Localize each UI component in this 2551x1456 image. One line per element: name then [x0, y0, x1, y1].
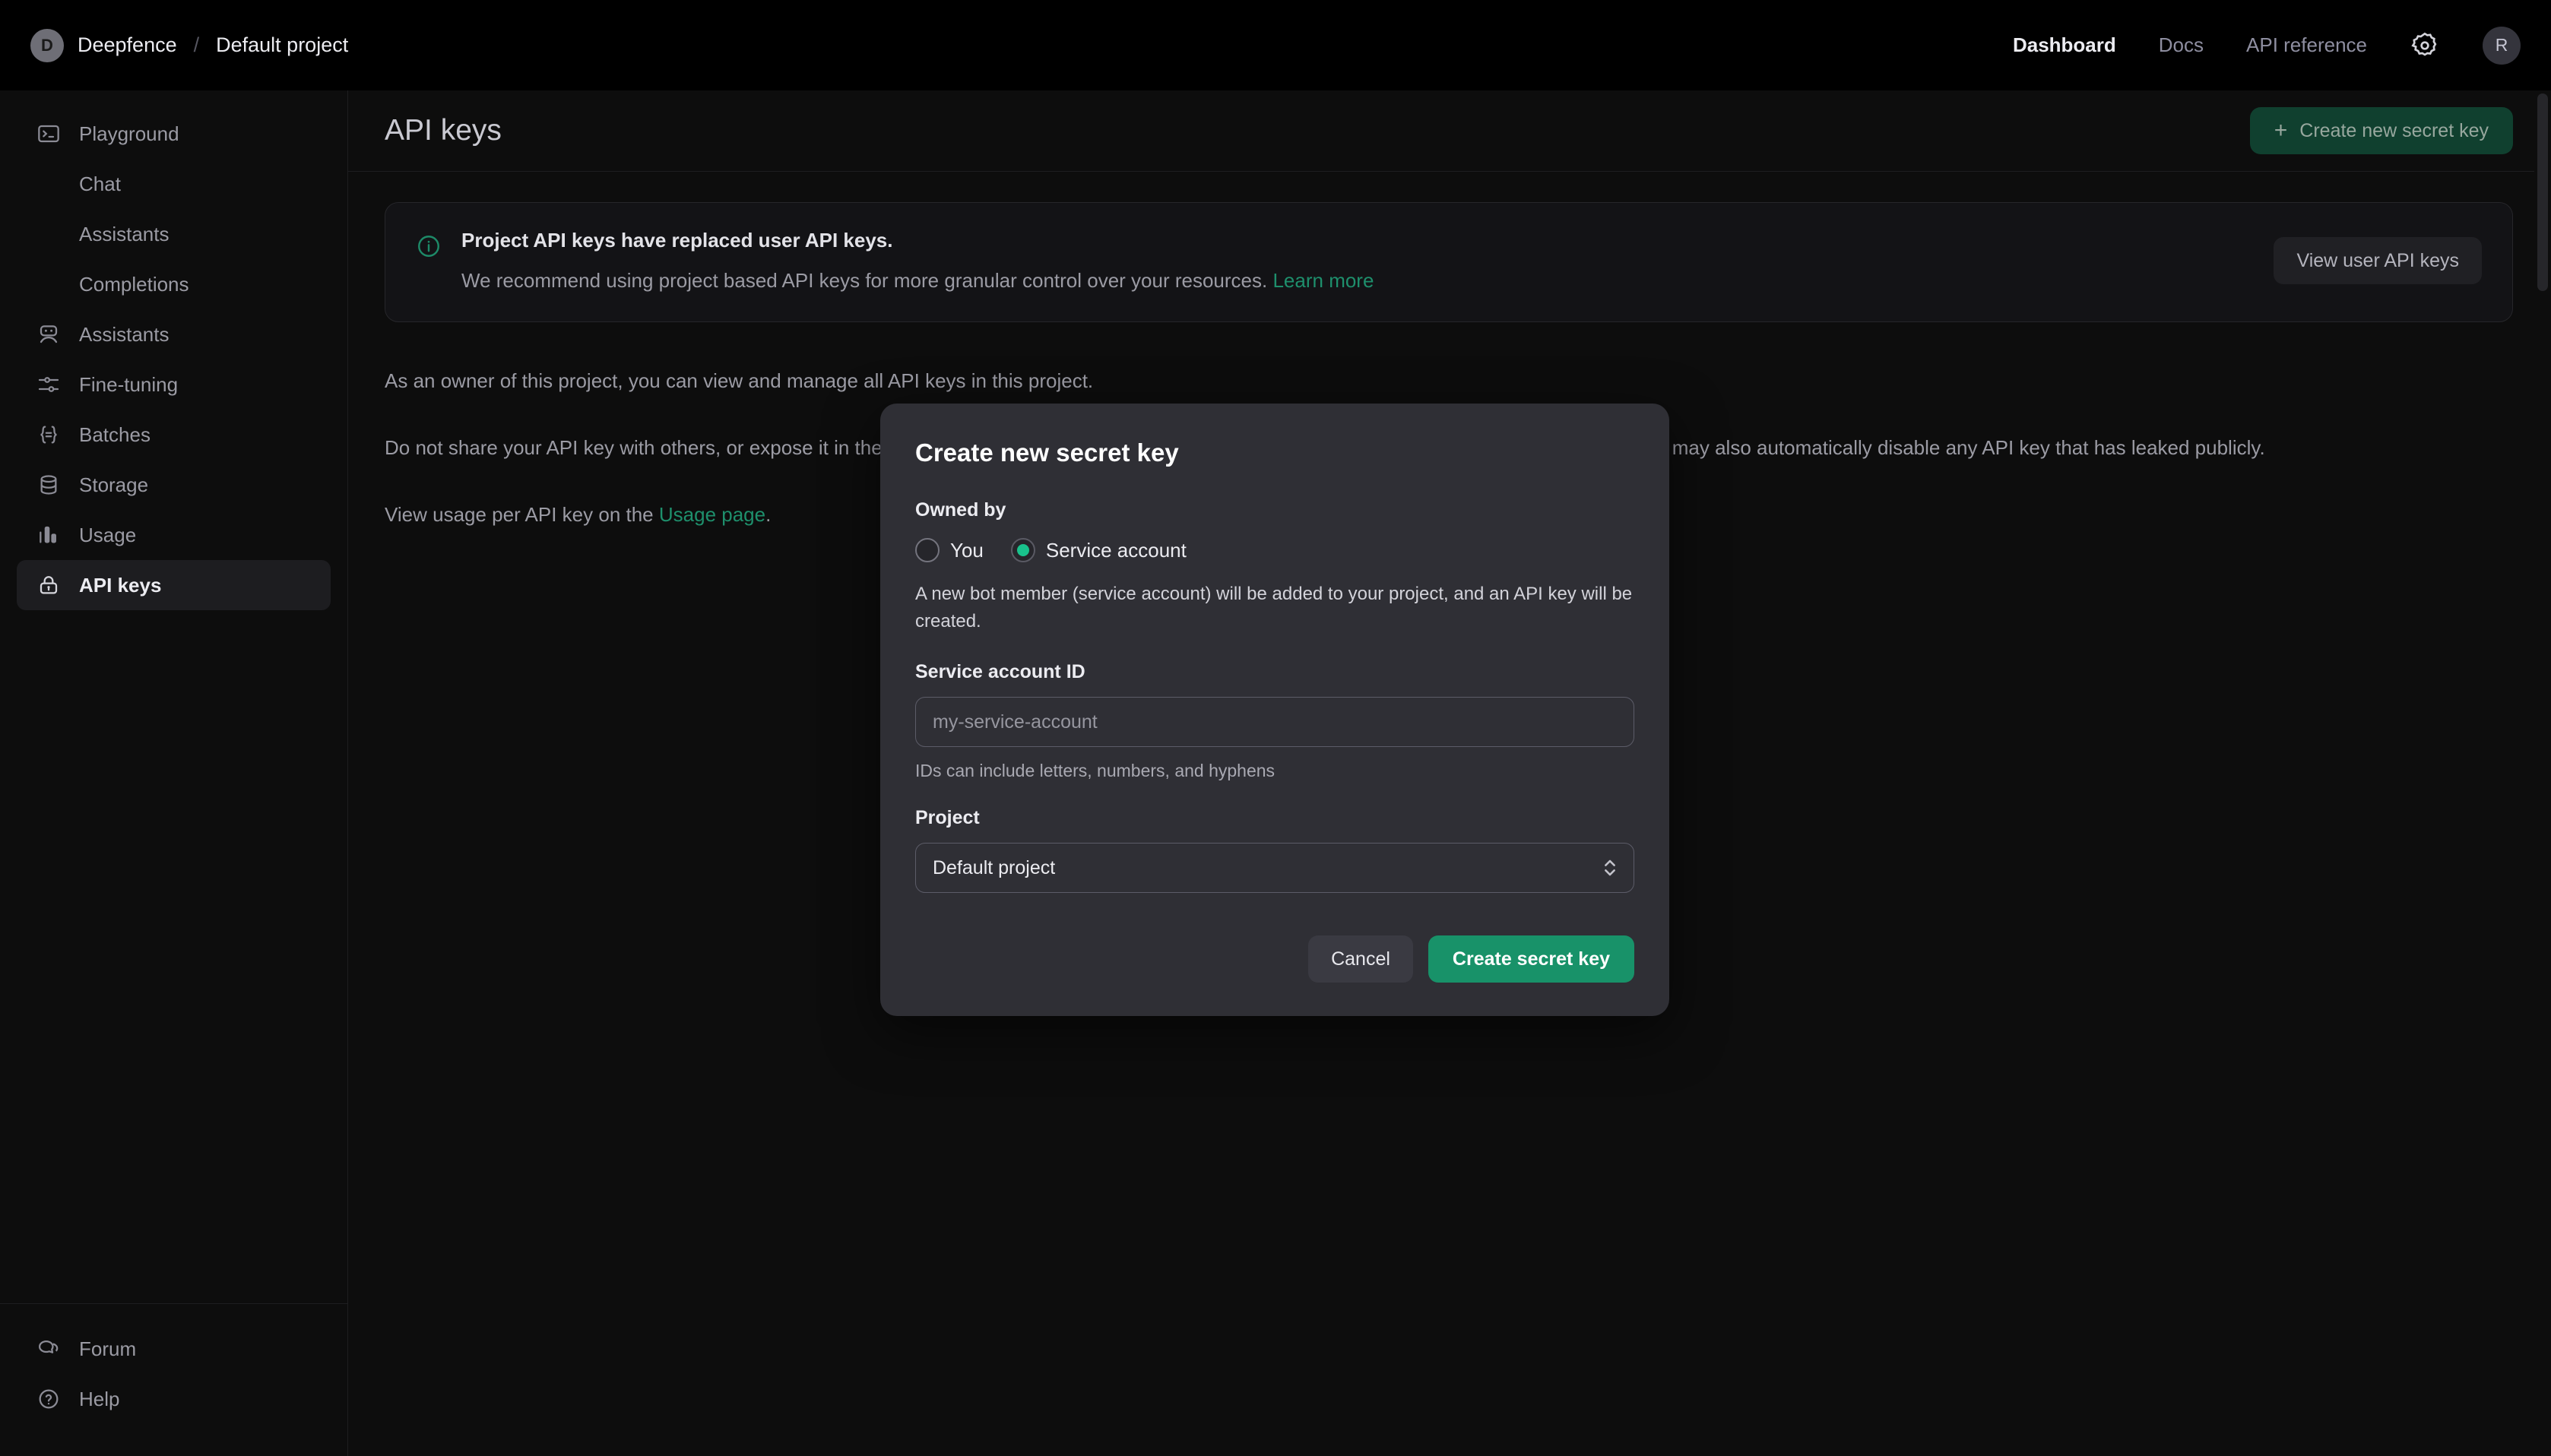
service-account-id-hint: IDs can include letters, numbers, and hy…: [915, 761, 1276, 780]
service-account-helper-text: A new bot member (service account) will …: [915, 584, 1633, 631]
project-label: Project: [915, 807, 980, 828]
radio-label-you: You: [950, 538, 984, 562]
project-select-wrapper[interactable]: Default project: [915, 843, 1634, 893]
radio-selected-dot: [1016, 544, 1029, 556]
service-account-id-input[interactable]: [915, 697, 1634, 747]
create-secret-key-submit-button[interactable]: Create secret key: [1428, 935, 1634, 983]
dialog-actions: Cancel Create secret key: [915, 935, 1634, 983]
project-select[interactable]: Default project: [915, 843, 1634, 893]
radio-circle-service-account[interactable]: [1010, 538, 1035, 562]
radio-option-service-account[interactable]: Service account: [1010, 538, 1187, 562]
dialog-title: Create new secret key: [915, 438, 1179, 467]
owned-by-radio-group: You Service account: [915, 538, 1634, 562]
cancel-button[interactable]: Cancel: [1308, 935, 1413, 983]
service-account-id-field: Service account ID IDs can include lette…: [915, 661, 1634, 781]
radio-circle-you[interactable]: [915, 538, 940, 562]
modal-overlay: Create new secret key Owned by You Servi…: [0, 0, 2551, 1456]
project-field: Project Default project: [915, 807, 1634, 893]
radio-option-you[interactable]: You: [915, 538, 984, 562]
radio-label-service-account: Service account: [1045, 538, 1187, 562]
service-account-id-label: Service account ID: [915, 661, 1085, 682]
create-secret-key-dialog: Create new secret key Owned by You Servi…: [880, 404, 1669, 1016]
owned-by-label: Owned by: [915, 499, 1006, 521]
